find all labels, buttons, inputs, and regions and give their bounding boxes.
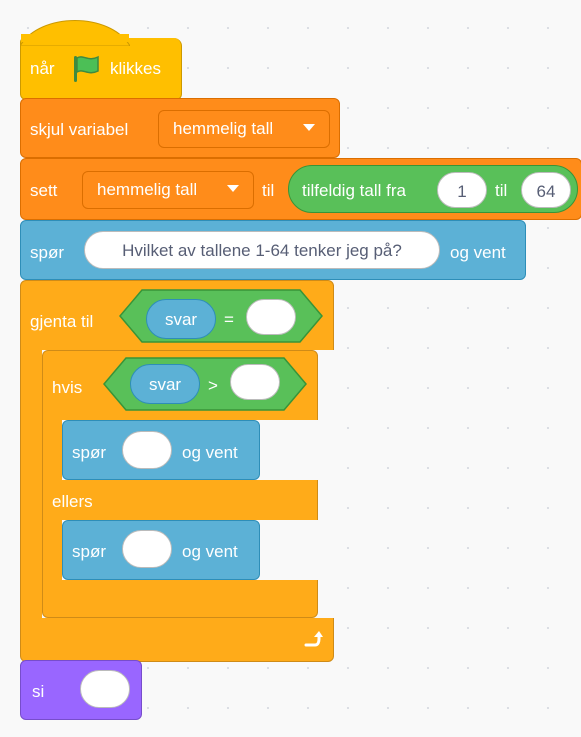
set-variable-dropdown[interactable]: hemmelig tall	[82, 171, 254, 209]
loop-arrow-icon	[302, 628, 324, 650]
question-input[interactable]: Hvilket av tallene 1-64 tenker jeg på?	[84, 231, 440, 269]
clicked-label: klikkes	[110, 59, 162, 78]
chevron-down-icon	[303, 124, 315, 131]
and-wait-label: og vent	[182, 542, 238, 561]
answer-reporter-label: svar	[148, 375, 182, 394]
say-input[interactable]	[80, 670, 130, 708]
ask-label: spør	[30, 243, 64, 262]
when-label: når	[30, 59, 55, 78]
random-label: tilfeldig tall fra	[302, 181, 406, 200]
if-label: hvis	[52, 378, 83, 397]
random-from-value: 1	[457, 182, 467, 201]
greater-than-value-input[interactable]	[230, 364, 280, 400]
hat-cap-join	[21, 34, 129, 42]
answer-reporter[interactable]: svar	[146, 299, 216, 339]
and-wait-label: og vent	[182, 443, 238, 462]
repeat-until-label: gjenta til	[30, 312, 94, 331]
to-label: til	[262, 181, 275, 200]
random-to-value: 64	[536, 182, 556, 201]
green-flag-icon[interactable]	[70, 52, 104, 84]
equals-value-input[interactable]	[246, 299, 296, 335]
say-label: si	[32, 682, 45, 701]
variable-dropdown-value: hemmelig tall	[173, 119, 274, 138]
hide-variable-label: skjul variabel	[30, 120, 129, 139]
answer-reporter-label: svar	[164, 310, 198, 329]
equals-sign: =	[224, 310, 234, 329]
set-variable-dropdown-value: hemmelig tall	[97, 180, 198, 199]
ask-label: spør	[72, 542, 106, 561]
random-to-label: til	[495, 181, 508, 200]
answer-reporter[interactable]: svar	[130, 364, 200, 404]
question-value: Hvilket av tallene 1-64 tenker jeg på?	[122, 241, 402, 260]
ask-input[interactable]	[122, 530, 172, 568]
set-label: sett	[30, 181, 58, 200]
variable-dropdown[interactable]: hemmelig tall	[158, 110, 330, 148]
greater-than-sign: >	[208, 376, 218, 395]
else-label: ellers	[52, 492, 93, 511]
random-from-input[interactable]: 1	[437, 172, 487, 208]
random-to-input[interactable]: 64	[521, 172, 571, 208]
ask-input[interactable]	[122, 431, 172, 469]
and-wait-label: og vent	[450, 243, 506, 262]
chevron-down-icon	[227, 185, 239, 192]
ask-label: spør	[72, 443, 106, 462]
